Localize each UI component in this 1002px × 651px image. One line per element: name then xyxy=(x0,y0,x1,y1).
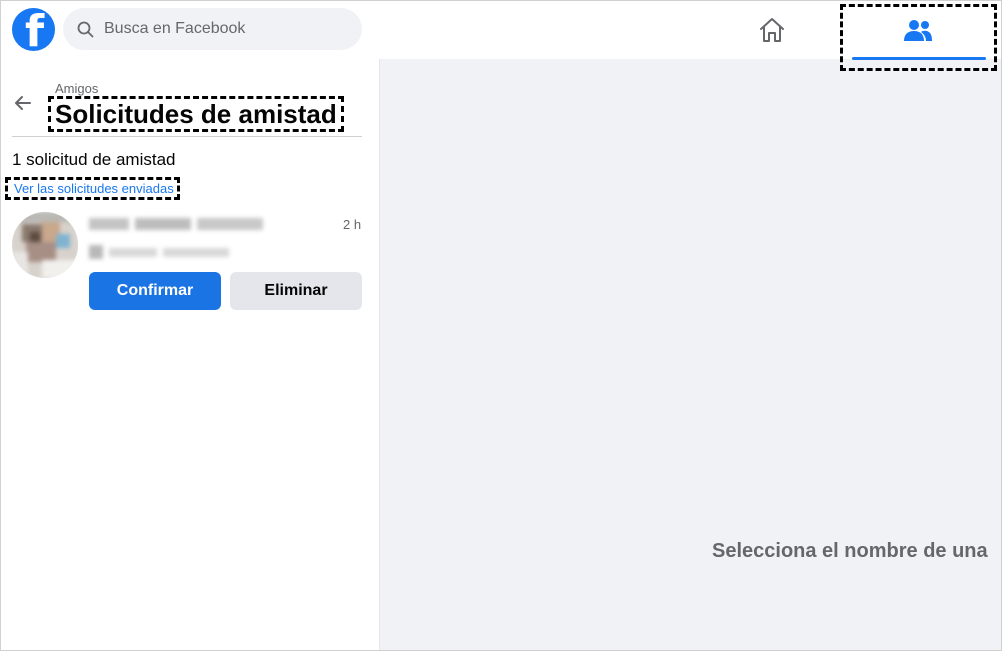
search-box[interactable] xyxy=(63,8,362,50)
avatar-image xyxy=(12,212,78,278)
blurred-mutual-friends xyxy=(89,245,229,259)
requester-name-redacted[interactable] xyxy=(89,215,265,233)
home-icon xyxy=(760,18,784,42)
confirm-button[interactable]: Confirmar xyxy=(89,272,221,310)
friends-tab-content xyxy=(851,7,985,55)
divider xyxy=(12,136,362,137)
avatar[interactable] xyxy=(12,212,78,278)
top-navigation-bar: f xyxy=(1,1,1001,71)
friends-icon xyxy=(904,20,932,41)
request-time: 2 h xyxy=(343,217,362,232)
back-arrow-icon xyxy=(15,96,31,110)
sent-requests-link[interactable]: Ver las solicitudes enviadas xyxy=(5,177,180,200)
facebook-logo[interactable]: f xyxy=(12,8,55,51)
search-icon xyxy=(77,21,94,37)
back-button[interactable] xyxy=(13,93,33,113)
request-count: 1 solicitud de amistad xyxy=(12,150,176,169)
page-title: Solicitudes de amistad xyxy=(48,96,344,132)
mutual-friends-redacted xyxy=(89,243,234,261)
delete-button[interactable]: Eliminar xyxy=(230,272,362,310)
nav-tab-friends[interactable] xyxy=(840,4,997,71)
blurred-name xyxy=(89,218,263,230)
facebook-window: f Busca en Facebook Amigos Solicitudes d… xyxy=(0,0,1002,651)
active-tab-indicator xyxy=(852,57,986,60)
empty-state-message: Selecciona el nombre de una xyxy=(712,540,988,562)
facebook-logo-letter: f xyxy=(25,8,45,51)
search-input[interactable] xyxy=(102,19,346,39)
nav-tab-home[interactable] xyxy=(741,7,803,53)
friend-requests-sidebar xyxy=(1,59,380,650)
breadcrumb[interactable]: Amigos xyxy=(55,81,98,96)
